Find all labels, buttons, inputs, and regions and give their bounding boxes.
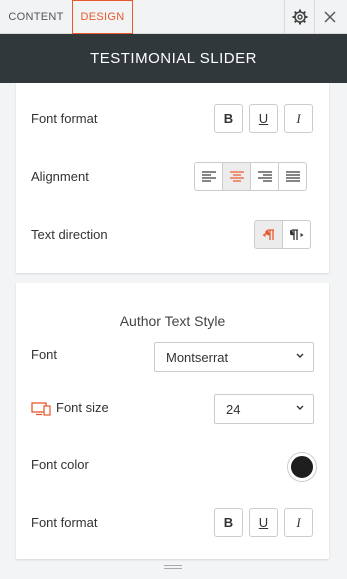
align-left-button[interactable] <box>194 162 223 191</box>
rtl-button[interactable] <box>254 220 283 249</box>
gear-icon <box>292 9 307 25</box>
close-icon <box>324 11 335 23</box>
resize-handle[interactable] <box>164 565 182 571</box>
font-size-select[interactable]: 24 <box>214 394 314 424</box>
font-format-group: B U I <box>214 508 313 537</box>
align-center-icon <box>229 171 244 182</box>
desktop-device-icon[interactable] <box>31 402 51 416</box>
underline-button[interactable]: U <box>249 508 278 537</box>
text-direction-label: Text direction <box>31 227 108 242</box>
align-center-button[interactable] <box>222 162 251 191</box>
font-family-value: Montserrat <box>166 349 229 365</box>
widget-title: TESTIMONIAL SLIDER <box>90 50 257 67</box>
tab-content[interactable]: CONTENT <box>0 0 72 34</box>
text-direction-group <box>254 220 311 249</box>
align-justify-icon <box>285 171 300 182</box>
close-button[interactable] <box>314 0 344 34</box>
alignment-group <box>194 162 307 191</box>
widget-header: TESTIMONIAL SLIDER <box>0 34 347 83</box>
align-justify-button[interactable] <box>278 162 307 191</box>
font-format-group: B U I <box>214 104 313 133</box>
settings-button[interactable] <box>284 0 314 34</box>
text-style-panel: Font format B U I Alignment Text directi… <box>16 83 329 273</box>
ltr-button[interactable] <box>282 220 311 249</box>
font-size-value: 24 <box>226 401 241 417</box>
chevron-down-icon <box>296 405 304 410</box>
align-right-button[interactable] <box>250 162 279 191</box>
font-format-label: Font format <box>31 111 98 126</box>
font-color-swatch[interactable] <box>288 453 316 481</box>
chevron-down-icon <box>296 353 304 358</box>
tab-design[interactable]: DESIGN <box>72 0 133 34</box>
italic-button[interactable]: I <box>284 508 313 537</box>
top-tab-bar: CONTENT DESIGN <box>0 0 347 34</box>
author-text-style-panel: Author Text Style Font Montserrat Font s… <box>16 283 329 559</box>
bold-button[interactable]: B <box>214 508 243 537</box>
italic-button[interactable]: I <box>284 104 313 133</box>
font-size-label: Font size <box>56 400 109 415</box>
font-format-label: Font format <box>31 515 98 530</box>
underline-button[interactable]: U <box>249 104 278 133</box>
section-title: Author Text Style <box>119 313 226 329</box>
align-right-icon <box>257 171 272 182</box>
ltr-icon <box>289 228 303 240</box>
bold-button[interactable]: B <box>214 104 243 133</box>
font-label: Font <box>31 347 58 362</box>
alignment-label: Alignment <box>31 169 89 184</box>
rtl-icon <box>262 228 274 240</box>
font-family-select[interactable]: Montserrat <box>154 342 314 372</box>
align-left-icon <box>201 171 216 182</box>
font-color-label: Font color <box>31 457 89 472</box>
